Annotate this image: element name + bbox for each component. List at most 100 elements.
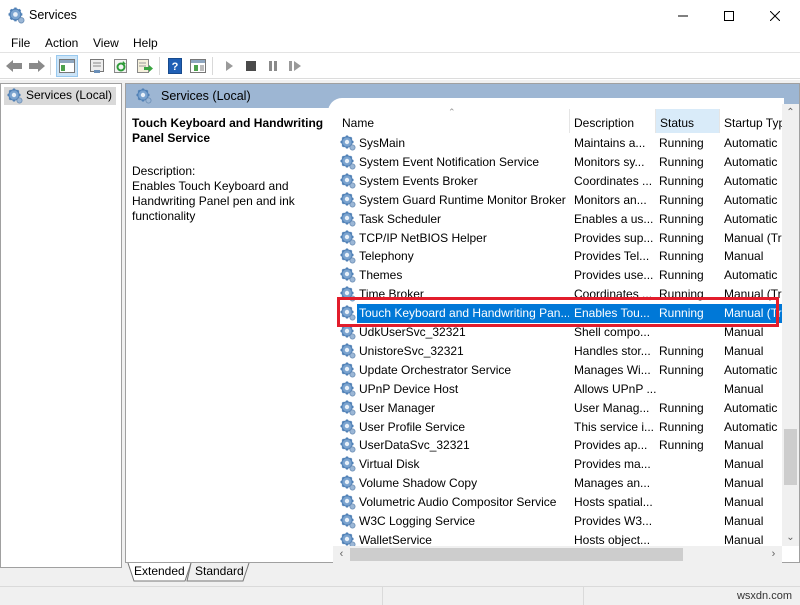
service-row[interactable]: UnistoreSvc_32321 Handles stor... Running M… [328,342,784,361]
title-bar: Services [0,0,800,32]
help-icon: ? [168,58,182,74]
service-row[interactable]: Virtual Disk Provides ma... Manual [328,455,784,474]
refresh-button[interactable] [110,55,132,77]
back-button[interactable] [3,55,25,77]
minimize-icon [678,15,688,17]
menu-view[interactable]: View [93,36,119,50]
scroll-right-icon[interactable]: › [765,546,782,563]
forward-button[interactable] [26,55,48,77]
services-gear-icon [8,7,25,24]
service-row[interactable]: System Events Broker Coordinates ... Runni… [328,172,784,191]
maximize-button[interactable] [706,0,752,32]
pane-header-title: Services (Local) [161,89,251,103]
toolbar-separator [159,57,160,75]
console-tree-icon [59,59,75,73]
service-description: Provides sup... [574,230,654,245]
service-name: System Event Notification Service [359,154,540,169]
menu-file[interactable]: File [11,36,30,50]
service-gear-icon [340,172,356,189]
service-description: Allows UPnP ... [574,381,656,396]
service-startup-type: Automatic [724,136,778,150]
close-button[interactable] [752,0,798,32]
tree-item-services-local[interactable]: Services (Local) [4,87,117,105]
service-description: Hosts spatial... [574,495,653,510]
scroll-up-icon[interactable]: ⌃ [782,104,799,121]
column-header-description[interactable]: Description [569,109,655,133]
stop-service-button[interactable] [240,55,262,77]
service-row[interactable]: Task Scheduler Enables a us... Running Auto… [328,210,784,229]
column-header-status[interactable]: Status [655,109,719,133]
menu-bar: File Action View Help [0,32,800,53]
service-row[interactable]: User Manager User Manag... Running Automati… [328,399,784,418]
arrow-right-icon [29,60,45,72]
service-row[interactable]: TCP/IP NetBIOS Helper Provides sup... Runn… [328,229,784,248]
vertical-scrollbar[interactable]: ⌃ ⌄ [782,104,799,546]
status-separator [382,587,383,605]
service-description: Enables Tou... [574,306,650,321]
scroll-down-icon[interactable]: ⌄ [782,529,799,546]
service-row[interactable]: System Guard Runtime Monitor Broker Monit… [328,191,784,210]
service-startup-type: Manual [724,514,764,528]
vertical-scroll-thumb[interactable] [784,429,797,485]
horizontal-scrollbar[interactable]: ‹ › [333,546,782,563]
services-gear-icon [7,88,23,104]
properties-icon [90,59,104,73]
column-header-startup-type[interactable]: Startup Typ [719,109,784,133]
service-startup-type: Manual [724,476,764,491]
service-row[interactable]: System Event Notification Service Monitor… [328,153,784,172]
service-gear-icon [340,494,356,511]
service-name: UnistoreSvc_32321 [359,343,464,358]
service-row[interactable]: Update Orchestrator Service Manages Wi...… [328,361,784,380]
service-startup-type: Automatic [724,268,778,283]
service-description: Provides use... [574,268,654,283]
restart-icon [289,61,301,71]
properties-button[interactable] [86,55,108,77]
tab-standard[interactable]: Standard [191,564,248,582]
service-description: This service i... [574,419,655,434]
scroll-left-icon[interactable]: ‹ [333,546,350,563]
service-name: Themes [359,268,403,283]
service-row[interactable]: Telephony Provides Tel... Running Manual [328,247,784,266]
window-title: Services [29,8,77,22]
service-name: Volumetric Audio Compositor Service [359,495,557,510]
help-button[interactable]: ? [164,55,186,77]
service-row[interactable]: UdkUserSvc_32321 Shell compo... Manual [328,323,784,342]
service-row[interactable]: UserDataSvc_32321 Provides ap... Running Ma… [328,436,784,455]
menu-help[interactable]: Help [133,36,158,50]
column-header-name[interactable]: Name [338,109,568,133]
service-gear-icon [340,399,356,416]
service-startup-type: Automatic [724,192,778,207]
service-row[interactable]: W3C Logging Service Provides W3... Manual [328,512,784,531]
service-row[interactable]: Volume Shadow Copy Manages an... Manual [328,474,784,493]
export-icon [137,59,153,73]
arrow-left-icon [6,60,22,72]
service-status: Running [659,249,704,264]
service-startup-type: Manual [724,343,764,358]
service-name: Update Orchestrator Service [359,362,512,377]
service-row[interactable]: SysMain Maintains a... Running Automatic [328,134,784,153]
service-name: TCP/IP NetBIOS Helper [359,230,487,245]
service-row[interactable]: User Profile Service This service i... Run… [328,418,784,437]
service-description: Provides Tel... [574,249,650,264]
horizontal-scroll-thumb[interactable] [350,548,683,561]
service-name: User Profile Service [359,419,466,434]
service-status: Running [659,306,704,321]
minimize-button[interactable] [660,0,706,32]
service-row-selected[interactable]: Touch Keyboard and Handwriting Pan... Ena… [328,304,784,324]
restart-service-button[interactable] [284,55,306,77]
service-startup-type: Manual [724,381,764,396]
service-row[interactable]: Time Broker Coordinates ... Running Manual … [328,285,784,304]
service-name: UPnP Device Host [359,381,459,396]
menu-action[interactable]: Action [45,36,78,50]
pause-service-button[interactable] [262,55,284,77]
service-row[interactable]: UPnP Device Host Allows UPnP ... Manual [328,380,784,399]
action-pane-button[interactable] [187,55,209,77]
start-service-button[interactable] [218,55,240,77]
service-description: Monitors sy... [574,154,645,169]
service-description: Provides W3... [574,514,653,528]
service-row[interactable]: Themes Provides use... Running Automatic [328,266,784,285]
export-list-button[interactable] [134,55,156,77]
console-tree-button[interactable] [56,55,78,77]
service-row[interactable]: Volumetric Audio Compositor Service Hosts… [328,493,784,512]
tab-extended[interactable]: Extended [130,564,189,582]
